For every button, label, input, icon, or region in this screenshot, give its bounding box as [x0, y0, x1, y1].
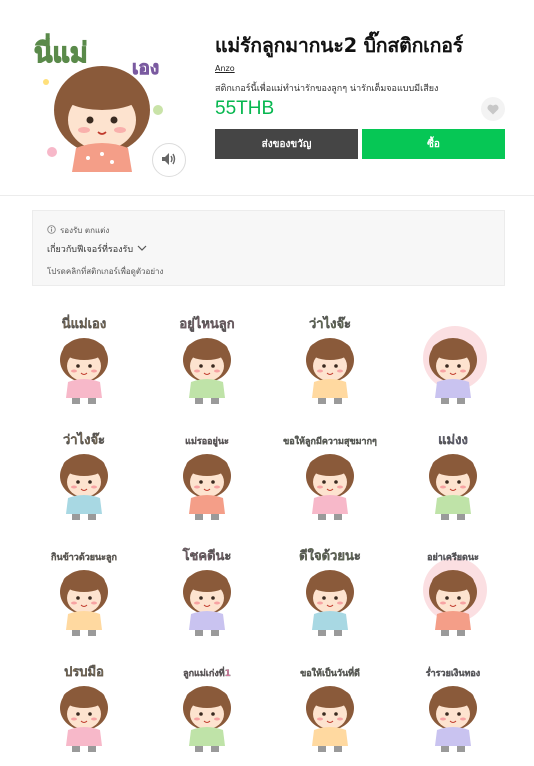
sticker-item[interactable]: ลูกแม่เก่งที่1 — [151, 650, 263, 762]
heart-icon — [487, 100, 499, 119]
sticker-caption: ดีใจด้วยนะ — [299, 547, 361, 564]
page-title: แม่รักลูกมากนะ2 บิ๊กสติกเกอร์ — [215, 34, 464, 57]
sticker-caption: นี่แม่เอง — [62, 314, 106, 332]
sticker-caption: กินข้าวด้วยนะลูก — [50, 552, 117, 563]
sticker-item[interactable] — [397, 302, 509, 414]
gift-button[interactable]: ส่งของขวัญ — [215, 129, 358, 159]
sticker-caption: ขอให้เป็นวันที่ดี — [300, 666, 360, 679]
price-label: 55THB — [215, 98, 275, 119]
support-label: รองรับ ตกแต่ง — [60, 226, 110, 235]
sticker-item[interactable]: ขอให้ลูกมีความสุขมากๆ — [274, 418, 386, 530]
sticker-item[interactable]: ดีใจด้วยนะ — [274, 534, 386, 646]
sticker-item[interactable]: ว่าไงจ๊ะ — [28, 418, 140, 530]
product-header: นี่แม่ เอง แม่รักลูกมากนะ2 บิ๊กสติกเกอร์… — [0, 0, 534, 196]
sticker-caption: ว่าไงจ๊ะ — [309, 315, 351, 332]
features-toggle[interactable]: เกี่ยวกับฟีเจอร์ที่รองรับ — [47, 242, 147, 256]
sticker-item[interactable]: ปรบมือ — [28, 650, 140, 762]
sticker-caption: อยู่ไหนลูก — [179, 315, 234, 332]
features-label: เกี่ยวกับฟีเจอร์ที่รองรับ — [47, 245, 134, 255]
sticker-item[interactable]: แม่งง — [397, 418, 509, 530]
sticker-caption: ปรบมือ — [64, 664, 104, 680]
favorite-button[interactable] — [481, 97, 505, 121]
sticker-caption: ร่ำรวยเงินทอง — [426, 666, 480, 679]
main-sticker-caption: นี่แม่ — [34, 33, 88, 69]
sticker-caption: ลูกแม่เก่งที่1 — [183, 666, 231, 679]
sticker-item[interactable]: โชคดีนะ — [151, 534, 263, 646]
sticker-caption: ว่าไงจ๊ะ — [63, 431, 105, 448]
chevron-down-icon — [137, 244, 147, 254]
sticker-caption: แม่งง — [438, 433, 468, 448]
sound-button[interactable] — [152, 143, 186, 177]
buy-button[interactable]: ซื้อ — [362, 129, 505, 159]
support-row: รองรับ ตกแต่ง — [47, 224, 109, 237]
sticker-item[interactable]: อย่าเครียดนะ — [397, 534, 509, 646]
sticker-item[interactable]: นี่แม่เอง — [28, 302, 140, 414]
sticker-item[interactable]: กินข้าวด้วยนะลูก — [28, 534, 140, 646]
support-info-panel: รองรับ ตกแต่ง เกี่ยวกับฟีเจอร์ที่รองรับ … — [32, 210, 505, 286]
sticker-item[interactable]: แม่รออยู่นะ — [151, 418, 263, 530]
sticker-caption: ขอให้ลูกมีความสุขมากๆ — [283, 435, 377, 447]
sticker-caption: โชคดีนะ — [182, 547, 232, 564]
sticker-item[interactable]: ร่ำรวยเงินทอง — [397, 650, 509, 762]
author-link[interactable]: Anzo — [215, 64, 235, 73]
sticker-caption: แม่รออยู่นะ — [185, 436, 229, 447]
info-circle-icon — [47, 225, 56, 236]
product-description: สติกเกอร์นี้เพื่อแม่ทำน่ารักของลูกๆ น่าร… — [215, 84, 439, 94]
svg-text:เอง: เอง — [132, 57, 159, 79]
sticker-item[interactable]: อยู่ไหนลูก — [151, 302, 263, 414]
preview-hint: โปรดคลิกที่สติกเกอร์เพื่อดูตัวอย่าง — [47, 267, 164, 276]
speaker-icon — [161, 151, 177, 170]
sticker-item[interactable]: ว่าไงจ๊ะ — [274, 302, 386, 414]
sticker-item[interactable]: ขอให้เป็นวันที่ดี — [274, 650, 386, 762]
sticker-caption: อย่าเครียดนะ — [427, 552, 479, 563]
